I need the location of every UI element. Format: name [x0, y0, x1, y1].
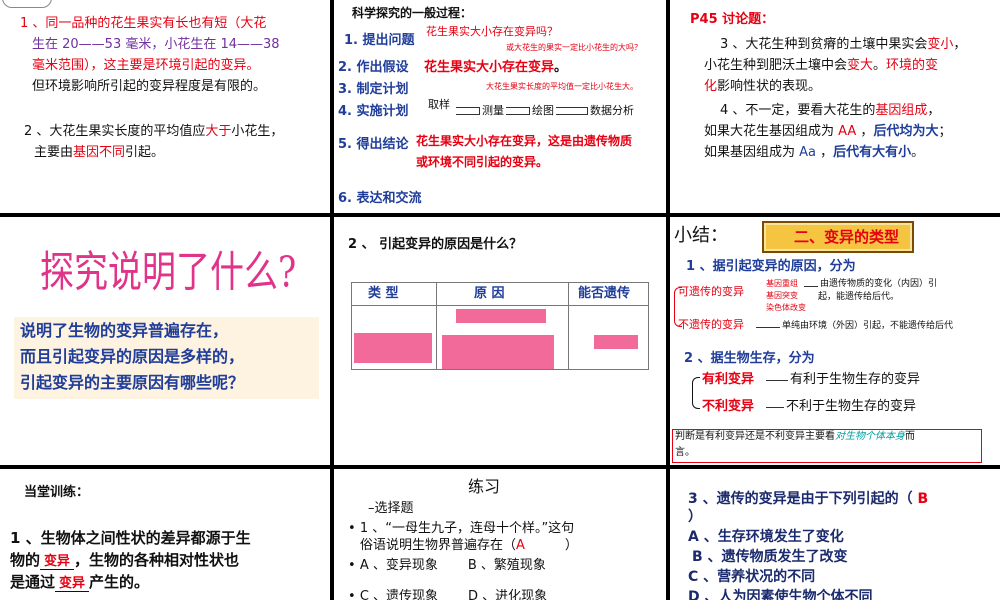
p6-note: 判断是有利变异还是不利变异主要看对生物个体本身而: [675, 431, 915, 442]
masked-answer: [456, 309, 546, 323]
p2-conclusion: 花生果实大小存在变异，这是由遗传物质: [416, 134, 633, 148]
causes-table: 类 型 原 因 能否遗传: [351, 282, 649, 370]
p4-line: 引起变异的主要原因有哪些呢？: [20, 373, 245, 392]
p2-conclusion: 或环境不同引起的变异。: [416, 155, 549, 169]
p9-option: B 、遗传物质发生了改变: [692, 549, 848, 565]
p6-category: 1 、据引起变异的原因，分为: [686, 259, 856, 274]
p3-line: 化影响性状的表现。: [704, 79, 822, 94]
p2-step: 1. 提出问题: [344, 33, 415, 48]
panel-discussion: P45 讨论题： 3 、大花生种到贫瘠的土壤中果实会变小， 小花生种到肥沃土壤中…: [670, 0, 1000, 213]
p8-subtitle: –选择题: [368, 501, 414, 516]
p7-line: 1 、生物体之间性状的差异都源于生: [10, 529, 251, 547]
p7-line: 物的 变异 ，生物的各种相对性状也: [10, 551, 240, 570]
masked-answer: [442, 335, 554, 369]
panel-scientific-inquiry: 科学探究的一般过程： 花生果实大小存在变异吗？ 1. 提出问题 或大花生的果实一…: [334, 0, 666, 213]
p8-options: • C 、遗传现象 D 、进化现象: [348, 589, 547, 600]
p9-question: 3 、遗传的变异是由于下列引起的（ B: [688, 491, 929, 507]
p8-title: 练习: [468, 477, 501, 496]
p4-title: 探究说明了什么?: [40, 247, 297, 298]
p2-sampling: 取样: [428, 98, 450, 111]
panel-variation-review: 1 、同一品种的花生果实有长也有短（大花 生在 20——53 毫米，小花生在 1…: [0, 0, 330, 213]
p3-line: 如果基因组成为 Aa ，后代有大有小。: [704, 145, 925, 160]
p2-step: 6. 表达和交流: [338, 191, 422, 206]
panel-exercise: 练习 –选择题 • 1 、“一母生九子，连母十个样。”这句 俗语说明生物界普遍存…: [334, 469, 666, 600]
bullet-icon: •: [348, 589, 360, 600]
panel-summary: 小结： 二、变异的类型 1 、据引起变异的原因，分为 可遗传的变异 基因重组 基…: [670, 217, 1000, 465]
p1-line: 毫米范围），这主要是环境引起的变异。: [32, 58, 260, 73]
p6-sub: 基因突变: [766, 291, 798, 300]
brace: [692, 377, 700, 409]
p2-title: 科学探究的一般过程：: [352, 6, 473, 20]
p6-banner-text: 二、变异的类型: [794, 228, 900, 246]
p2-step: 2. 作出假设: [338, 60, 409, 75]
p8-options: • A 、变异现象 B 、繁殖现象: [348, 558, 546, 573]
p9-option: A 、生存环境发生了变化: [688, 529, 844, 545]
table-header-heritable: 能否遗传: [578, 286, 631, 301]
p2-step: 4. 实施计划: [338, 104, 409, 119]
panel-inquiry-meaning: 探究说明了什么? 说明了生物的变异普遍存在， 而且引起变异的原因是多样的， 引起…: [0, 217, 330, 465]
arrow-icon: [556, 107, 588, 115]
p2-question-alt: 或大花生的果实一定比小花生的大吗？: [506, 43, 642, 52]
p2-flow: 测量 绘图 数据分析: [454, 104, 634, 117]
panel-causes-table: 2 、 引起变异的原因是什么？ 类 型 原 因 能否遗传: [334, 217, 666, 465]
masked-answer: [354, 333, 432, 363]
p6-desc: 单纯由环境（外因）引起，不能遗传给后代: [782, 321, 954, 331]
p6-desc: 不利于生物生存的变异: [786, 399, 917, 414]
p7-title: 当堂训练：: [24, 485, 90, 500]
bullet-icon: •: [348, 558, 360, 573]
p1-line: 但环境影响所引起的变异程度是有限的。: [32, 79, 267, 94]
p5-question: 2 、 引起变异的原因是什么？: [348, 237, 523, 252]
p6-sub: 染色体改变: [766, 303, 806, 312]
p7-line: 是通过 变异 产生的。: [10, 573, 150, 592]
p3-line: 3 、大花生种到贫瘠的土壤中果实会变小，: [720, 37, 967, 52]
p6-unfavorable: 不利变异: [702, 399, 755, 414]
p2-question: 花生果实大小存在变异吗？: [426, 25, 558, 38]
p6-sub: 基因重组: [766, 279, 798, 288]
p2-step: 3. 制定计划: [338, 82, 409, 97]
p9-question: ）: [688, 509, 702, 525]
p1-line: 1 、同一品种的花生果实有长也有短（大花: [20, 16, 267, 31]
p8-line: 俗语说明生物界普遍存在（A）: [360, 538, 578, 553]
p1-line: 2 、大花生果实长度的平均值应大于小花生，: [24, 124, 284, 139]
p3-line: 小花生种到肥沃土壤中会变大。环境的变: [704, 58, 939, 73]
p6-desc: 由遗传物质的变化（内因）引: [820, 279, 938, 289]
bullet-icon: •: [348, 521, 360, 536]
p6-desc: 起，能遗传给后代。: [818, 292, 900, 302]
p6-favorable: 有利变异: [702, 372, 755, 387]
p8-line: • 1 、“一母生九子，连母十个样。”这句: [348, 521, 575, 536]
table-header-cause: 原 因: [474, 286, 505, 301]
p2-hypothesis: 花生果实大小存在变异。: [424, 60, 568, 75]
p2-plan: 大花生果实长度的平均值一定比小花生大。: [486, 82, 638, 91]
arrow-icon: [456, 107, 480, 115]
p6-heritable: 可遗传的变异: [678, 285, 744, 298]
p6-nonheritable: 不遗传的变异: [678, 318, 744, 331]
p6-desc: 有利于生物生存的变异: [790, 372, 921, 387]
p2-step: 5. 得出结论: [338, 137, 409, 152]
p9-option: D 、人为因素使生物个体不同: [688, 589, 873, 600]
panel-practice: 当堂训练： 1 、生物体之间性状的差异都源于生 物的 变异 ，生物的各种相对性状也 …: [0, 469, 330, 600]
p1-line: 生在 20——53 毫米，小花生在 14——38: [32, 37, 280, 52]
p6-category: 2 、据生物生存，分为: [684, 351, 815, 366]
p6-note: 言。: [675, 447, 695, 458]
p3-line: 如果大花生基因组成为 AA ，后代均为大；: [704, 124, 952, 139]
p4-line: 说明了生物的变异普遍存在，: [20, 321, 229, 340]
table-header-type: 类 型: [368, 286, 399, 301]
arrow-icon: [506, 107, 530, 115]
p6-heading: 小结：: [674, 225, 728, 246]
panel-question-3: 3 、遗传的变异是由于下列引起的（ B ） A 、生存环境发生了变化 B 、遗传…: [670, 469, 1000, 600]
masked-answer: [594, 335, 638, 349]
corner-tab: [2, 0, 52, 8]
p9-option: C 、营养状况的不同: [688, 569, 816, 585]
p4-line: 而且引起变异的原因是多样的，: [20, 347, 245, 366]
p3-line: 4 、不一定，要看大花生的基因组成，: [720, 103, 941, 118]
p1-line: 主要由基因不同引起。: [34, 145, 165, 160]
p3-title: P45 讨论题：: [690, 12, 775, 27]
